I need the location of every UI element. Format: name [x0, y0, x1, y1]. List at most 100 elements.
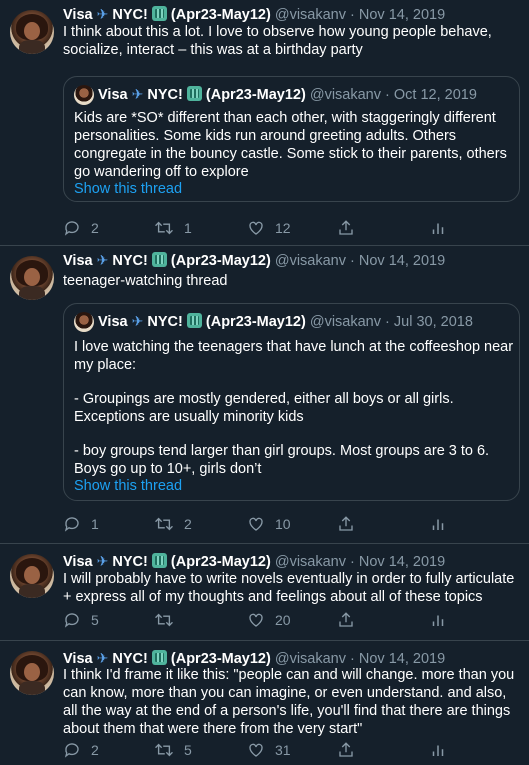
reply-icon: [64, 743, 79, 758]
share-icon: [339, 742, 353, 757]
statue-emoji-icon: [151, 553, 167, 568]
retweet-button[interactable]: 1: [154, 219, 192, 237]
avatar[interactable]: [10, 256, 54, 300]
display-name[interactable]: Visa: [63, 651, 93, 667]
airplane-icon: ✈: [96, 6, 109, 22]
retweet-button[interactable]: 5: [154, 741, 192, 759]
like-button[interactable]: 20: [247, 611, 291, 629]
timestamp: Jul 30, 2018: [393, 314, 473, 330]
timestamp[interactable]: Nov 14, 2019: [359, 651, 445, 667]
retweet-button[interactable]: 2: [154, 515, 192, 533]
like-count: 12: [275, 220, 291, 236]
handle[interactable]: @visakanv: [275, 651, 346, 667]
tweet-actions: 2 5 31: [63, 741, 483, 761]
display-name-dates: (Apr23-May12): [170, 253, 271, 269]
share-button[interactable]: [337, 741, 355, 759]
analytics-icon: [432, 519, 444, 530]
avatar[interactable]: [10, 651, 54, 695]
display-name[interactable]: Visa: [63, 554, 93, 570]
tweet[interactable]: Visa ✈ NYC! (Apr23-May12) @visakanv · No…: [0, 544, 529, 641]
tweet-text: I will probably have to write novels eve…: [63, 571, 515, 605]
handle[interactable]: @visakanv: [275, 7, 346, 23]
timestamp[interactable]: Nov 14, 2019: [359, 253, 445, 269]
like-button[interactable]: 10: [247, 515, 291, 533]
tweet-header: Visa ✈ NYC! (Apr23-May12) @visakanv · No…: [63, 553, 446, 570]
timestamp: Oct 12, 2019: [393, 87, 477, 103]
quoted-tweet-text: - Groupings are mostly gendered, either …: [74, 391, 454, 425]
show-thread-link[interactable]: Show this thread: [74, 478, 182, 494]
reply-button[interactable]: 5: [63, 611, 99, 629]
analytics-button[interactable]: [429, 741, 447, 759]
retweet-icon: [155, 517, 173, 531]
statue-emoji-icon: [151, 6, 167, 21]
quoted-tweet-text: Kids are *SO* different than each other,…: [74, 110, 507, 180]
quoted-tweet[interactable]: Visa ✈ NYC! (Apr23-May12) @visakanv · Ju…: [63, 303, 520, 501]
timestamp[interactable]: Nov 14, 2019: [359, 554, 445, 570]
reply-count: 2: [91, 220, 99, 236]
analytics-icon: [432, 615, 444, 626]
quoted-tweet-header: Visa ✈ NYC! (Apr23-May12) @visakanv · Oc…: [98, 86, 477, 103]
quoted-tweet[interactable]: Visa ✈ NYC! (Apr23-May12) @visakanv · Oc…: [63, 76, 520, 202]
like-count: 20: [275, 612, 291, 628]
avatar[interactable]: [10, 554, 54, 598]
share-button[interactable]: [337, 219, 355, 237]
tweet-text: I think about this a lot. I love to obse…: [63, 24, 492, 58]
like-button[interactable]: 31: [247, 741, 291, 759]
reply-button[interactable]: 2: [63, 219, 99, 237]
display-name[interactable]: Visa: [63, 253, 93, 269]
reply-icon: [64, 517, 79, 532]
avatar[interactable]: [10, 10, 54, 54]
analytics-icon: [432, 223, 444, 234]
analytics-button[interactable]: [429, 515, 447, 533]
analytics-button[interactable]: [429, 219, 447, 237]
display-name-suffix: NYC!: [112, 651, 148, 667]
share-icon: [339, 516, 353, 531]
handle[interactable]: @visakanv: [275, 554, 346, 570]
tweet-text: I think I'd frame it like this: "people …: [63, 667, 515, 737]
tweet-header: Visa ✈ NYC! (Apr23-May12) @visakanv · No…: [63, 6, 446, 23]
reply-button[interactable]: 1: [63, 515, 99, 533]
display-name: Visa: [98, 314, 128, 330]
analytics-icon: [432, 745, 444, 756]
heart-icon: [249, 221, 263, 235]
handle: @visakanv: [309, 87, 381, 103]
timestamp[interactable]: Nov 14, 2019: [359, 7, 445, 23]
display-name-dates: (Apr23-May12): [170, 554, 271, 570]
tweet[interactable]: Visa ✈ NYC! (Apr23-May12) @visakanv · No…: [0, 246, 529, 544]
retweet-count: 1: [184, 220, 192, 236]
heart-icon: [249, 743, 263, 757]
display-name-dates: (Apr23-May12): [170, 7, 271, 23]
reply-icon: [64, 613, 79, 628]
display-name[interactable]: Visa: [63, 7, 93, 23]
retweet-button[interactable]: [154, 611, 184, 629]
tweet-actions: 2 1 12: [63, 219, 483, 239]
share-button[interactable]: [337, 515, 355, 533]
reply-button[interactable]: 2: [63, 741, 99, 759]
handle[interactable]: @visakanv: [275, 253, 346, 269]
reply-count: 2: [91, 742, 99, 758]
like-button[interactable]: 12: [247, 219, 291, 237]
retweet-icon: [155, 221, 173, 235]
statue-emoji-icon: [151, 650, 167, 665]
airplane-icon: ✈: [131, 86, 144, 102]
analytics-button[interactable]: [429, 611, 447, 629]
avatar: [74, 312, 94, 332]
statue-emoji-icon: [186, 86, 202, 101]
statue-emoji-icon: [186, 313, 202, 328]
tweet-text: teenager-watching thread: [63, 273, 228, 289]
retweet-icon: [155, 743, 173, 757]
share-icon: [339, 612, 353, 627]
heart-icon: [249, 613, 263, 627]
retweet-count: 2: [184, 516, 192, 532]
display-name-suffix: NYC!: [112, 554, 148, 570]
display-name-suffix: NYC!: [147, 87, 183, 103]
tweet[interactable]: Visa ✈ NYC! (Apr23-May12) @visakanv · No…: [0, 641, 529, 765]
tweet[interactable]: Visa ✈ NYC! (Apr23-May12) @visakanv · No…: [0, 0, 529, 246]
statue-emoji-icon: [151, 252, 167, 267]
heart-icon: [249, 517, 263, 531]
display-name-dates: (Apr23-May12): [170, 651, 271, 667]
reply-count: 5: [91, 612, 99, 628]
show-thread-link[interactable]: Show this thread: [74, 181, 182, 197]
display-name-dates: (Apr23-May12): [205, 314, 306, 330]
share-button[interactable]: [337, 611, 355, 629]
